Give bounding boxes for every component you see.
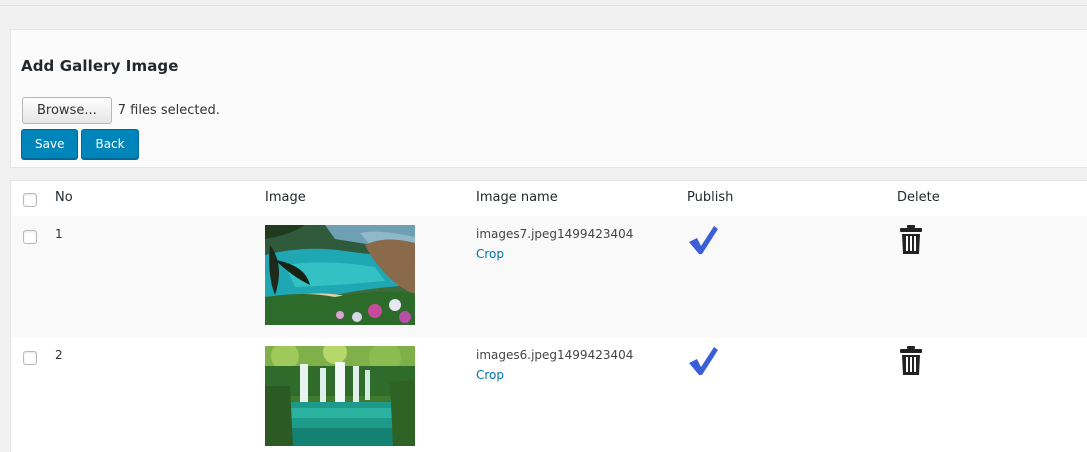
column-header-delete: Delete: [897, 190, 940, 205]
trash-icon[interactable]: [900, 346, 922, 376]
image-thumbnail: [265, 225, 415, 325]
image-name: images6.jpeg1499423404: [476, 348, 634, 362]
add-gallery-image-panel: Add Gallery Image Browse... 7 files sele…: [10, 29, 1087, 168]
table-header: No Image Image name Publish Delete: [11, 181, 1087, 217]
crop-link[interactable]: Crop: [476, 368, 504, 382]
row-checkbox[interactable]: [23, 351, 37, 365]
row-number: 2: [55, 348, 63, 362]
save-button[interactable]: Save: [21, 129, 79, 159]
table-row: 2 images6.jpeg1499423404 Crop: [11, 337, 1087, 452]
image-thumbnail: [265, 346, 415, 446]
panel-title: Add Gallery Image: [21, 57, 179, 75]
row-number: 1: [55, 227, 63, 241]
select-all-checkbox[interactable]: [23, 193, 37, 207]
checkmark-icon[interactable]: [687, 224, 719, 256]
row-checkbox[interactable]: [23, 230, 37, 244]
waterfall-photo: [265, 346, 415, 446]
admin-top-bar: [0, 0, 1087, 6]
trash-icon[interactable]: [900, 225, 922, 255]
gallery-table: No Image Image name Publish Delete 1 ima…: [10, 180, 1087, 452]
column-header-image: Image: [265, 190, 306, 205]
back-button[interactable]: Back: [81, 129, 139, 159]
column-header-image-name: Image name: [476, 190, 558, 205]
image-name: images7.jpeg1499423404: [476, 227, 634, 241]
file-picker: Browse... 7 files selected.: [22, 97, 220, 124]
coastal-lagoon-photo: [265, 225, 415, 325]
browse-button[interactable]: Browse...: [22, 97, 112, 124]
form-actions: Save Back: [21, 129, 139, 159]
table-row: 1 images7.jpeg1499423404 Crop: [11, 216, 1087, 337]
checkmark-icon[interactable]: [687, 345, 719, 377]
files-selected-text: 7 files selected.: [117, 103, 220, 118]
column-header-publish: Publish: [687, 190, 734, 205]
crop-link[interactable]: Crop: [476, 247, 504, 261]
column-header-no: No: [55, 190, 73, 205]
